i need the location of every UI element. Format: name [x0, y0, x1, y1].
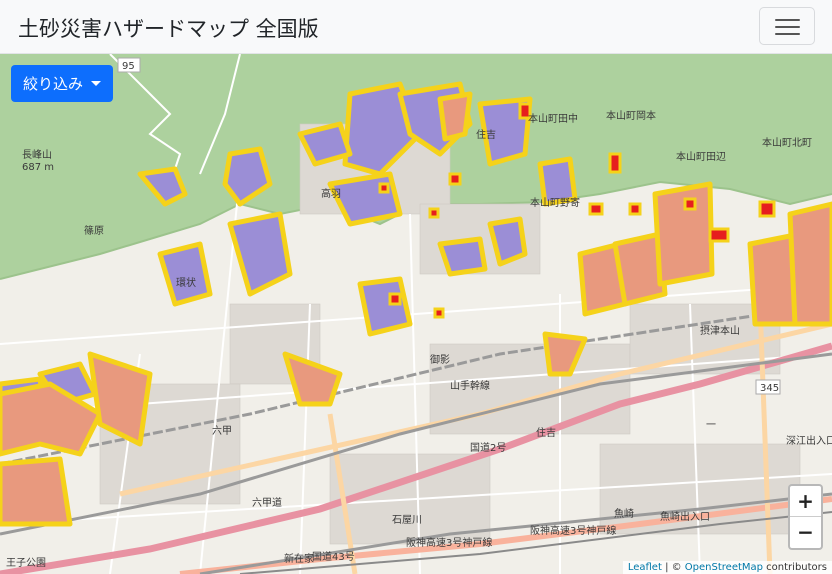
map-label-uozaki: 魚崎	[614, 507, 634, 520]
map-label-mountain: 長峰山	[22, 149, 52, 161]
osm-link[interactable]: OpenStreetMap	[685, 562, 763, 573]
map-label-shinohara: 篠原	[84, 224, 104, 237]
map-label-route43: 国道43号	[312, 550, 355, 563]
map-label-yamate-line: 山手幹線	[450, 379, 490, 392]
map-label-route345: 345	[760, 383, 779, 394]
map-label-settsu-honyama: 摂津本山	[700, 324, 740, 337]
map-label-rokko: 六甲	[212, 425, 232, 437]
map-label-oji-park: 王子公園	[6, 557, 46, 569]
map-label-hanshin-expressway-2: 阪神高速3号神戸線	[530, 524, 616, 537]
map-label-honyama-kitamachi: 本山町北町	[762, 136, 812, 149]
map-label-honyama-taniguchi: 本山町田辺	[676, 150, 726, 163]
map-label-rokkomichi: 六甲道	[252, 496, 282, 509]
map-label-mountain-alt: 687 m	[22, 162, 54, 173]
map-label-mikage: 御影	[430, 353, 450, 366]
menu-toggle-button[interactable]	[759, 7, 815, 45]
map-label-fukae: 深江出入口	[786, 434, 832, 447]
zoom-out-button[interactable]: −	[790, 517, 821, 547]
map-label-takaha: 高羽	[321, 187, 341, 200]
filter-button[interactable]: 絞り込み	[11, 65, 114, 102]
map-label-honyama-tanaka: 本山町田中	[528, 112, 578, 125]
map-attribution: Leaflet | © OpenStreetMap contributors	[622, 561, 832, 574]
filter-button-label: 絞り込み	[23, 75, 84, 93]
map-label-ishiyagawa: 石屋川	[392, 514, 422, 526]
zoom-in-button[interactable]: +	[790, 486, 821, 517]
map-label-kanjo: 環状	[176, 276, 196, 289]
leaflet-link[interactable]: Leaflet	[628, 562, 662, 573]
app-title: 土砂災害ハザードマップ 全国版	[18, 17, 319, 41]
map-label-honyama-noyori: 本山町野寄	[530, 196, 580, 209]
map-label-honyama-okamoto: 本山町岡本	[606, 109, 656, 122]
attribution-suffix: contributors	[763, 562, 827, 573]
navbar: 土砂災害ハザードマップ 全国版	[0, 0, 832, 54]
map-label-uozaki-exit: 魚崎出入口	[660, 510, 710, 523]
hazard-map[interactable]: 95 長峰山 687 m 高羽 篠原 住吉 本山町田中 本山町岡本 本山町田辺 …	[0, 54, 832, 574]
map-label-sumiyoshi: 住吉	[476, 128, 496, 141]
caret-down-icon	[91, 81, 102, 86]
map-label-route2: 国道2号	[470, 441, 506, 454]
map-label-hanshin-expressway: 阪神高速3号神戸線	[406, 536, 492, 549]
map-label-shinzaike: 新在家	[284, 552, 314, 565]
attribution-separator: | ©	[661, 562, 685, 573]
map-label-ichi: 一	[706, 420, 716, 431]
map-tiles: 95 長峰山 687 m 高羽 篠原 住吉 本山町田中 本山町岡本 本山町田辺 …	[0, 54, 832, 574]
map-label-sumiyoshi-station: 住吉	[536, 426, 556, 439]
map-label-route95: 95	[122, 61, 135, 72]
zoom-control: + −	[788, 484, 823, 550]
